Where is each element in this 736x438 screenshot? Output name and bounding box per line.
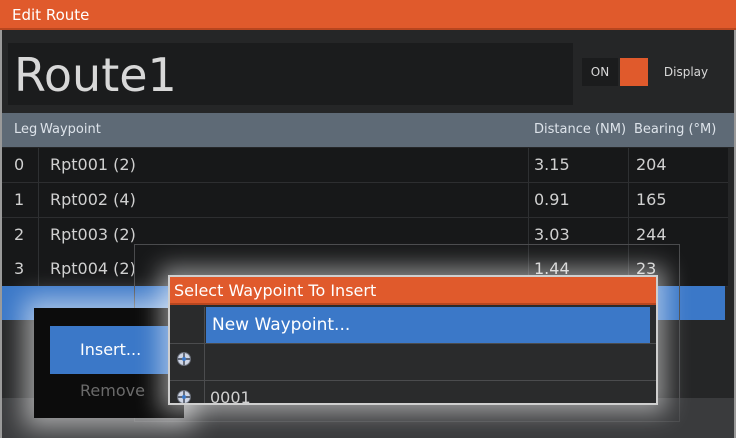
table-header: Leg Waypoint Distance (NM) Bearing (°M) <box>2 113 734 147</box>
dialog-title: Select Waypoint To Insert <box>170 277 656 305</box>
waypoint-icon <box>177 390 191 403</box>
new-waypoint-item[interactable]: New Waypoint... <box>206 307 650 343</box>
window-title: Edit Route <box>0 0 736 30</box>
leg-cell: 3 <box>14 259 25 278</box>
column-header-leg[interactable]: Leg <box>14 113 37 147</box>
insert-menu-item[interactable]: Insert... <box>50 326 168 374</box>
table-row[interactable]: 0 Rpt001 (2) 3.15 204 <box>2 148 728 183</box>
leg-cell: 0 <box>14 155 25 174</box>
leg-cell: 1 <box>14 190 25 209</box>
bearing-cell: 165 <box>636 190 667 209</box>
table-row[interactable]: 1 Rpt002 (4) 0.91 165 <box>2 183 728 218</box>
waypoint-cell: Rpt004 (2) <box>50 259 136 278</box>
route-name: Route1 <box>14 48 177 102</box>
distance-cell: 0.91 <box>534 190 570 209</box>
display-label: Display <box>663 65 709 79</box>
leg-cell: 2 <box>14 225 25 244</box>
remove-menu-item[interactable]: Remove <box>50 378 168 412</box>
waypoint-icon <box>177 352 191 366</box>
bearing-cell: 204 <box>636 155 667 174</box>
distance-cell: 3.15 <box>534 155 570 174</box>
column-header-bearing[interactable]: Bearing (°M) <box>634 113 716 147</box>
toggle-state-label: ON <box>582 58 618 86</box>
display-toggle[interactable] <box>620 58 648 86</box>
waypoint-list-item[interactable]: 0001 <box>210 387 251 403</box>
waypoint-cell: Rpt002 (4) <box>50 190 136 209</box>
waypoint-cell: Rpt001 (2) <box>50 155 136 174</box>
column-header-distance[interactable]: Distance (NM) <box>534 113 626 147</box>
waypoint-cell: Rpt003 (2) <box>50 225 136 244</box>
column-header-waypoint[interactable]: Waypoint <box>40 113 101 147</box>
select-waypoint-dialog: Select Waypoint To Insert New Waypoint..… <box>168 275 658 405</box>
waypoint-list-item[interactable] <box>206 347 650 379</box>
